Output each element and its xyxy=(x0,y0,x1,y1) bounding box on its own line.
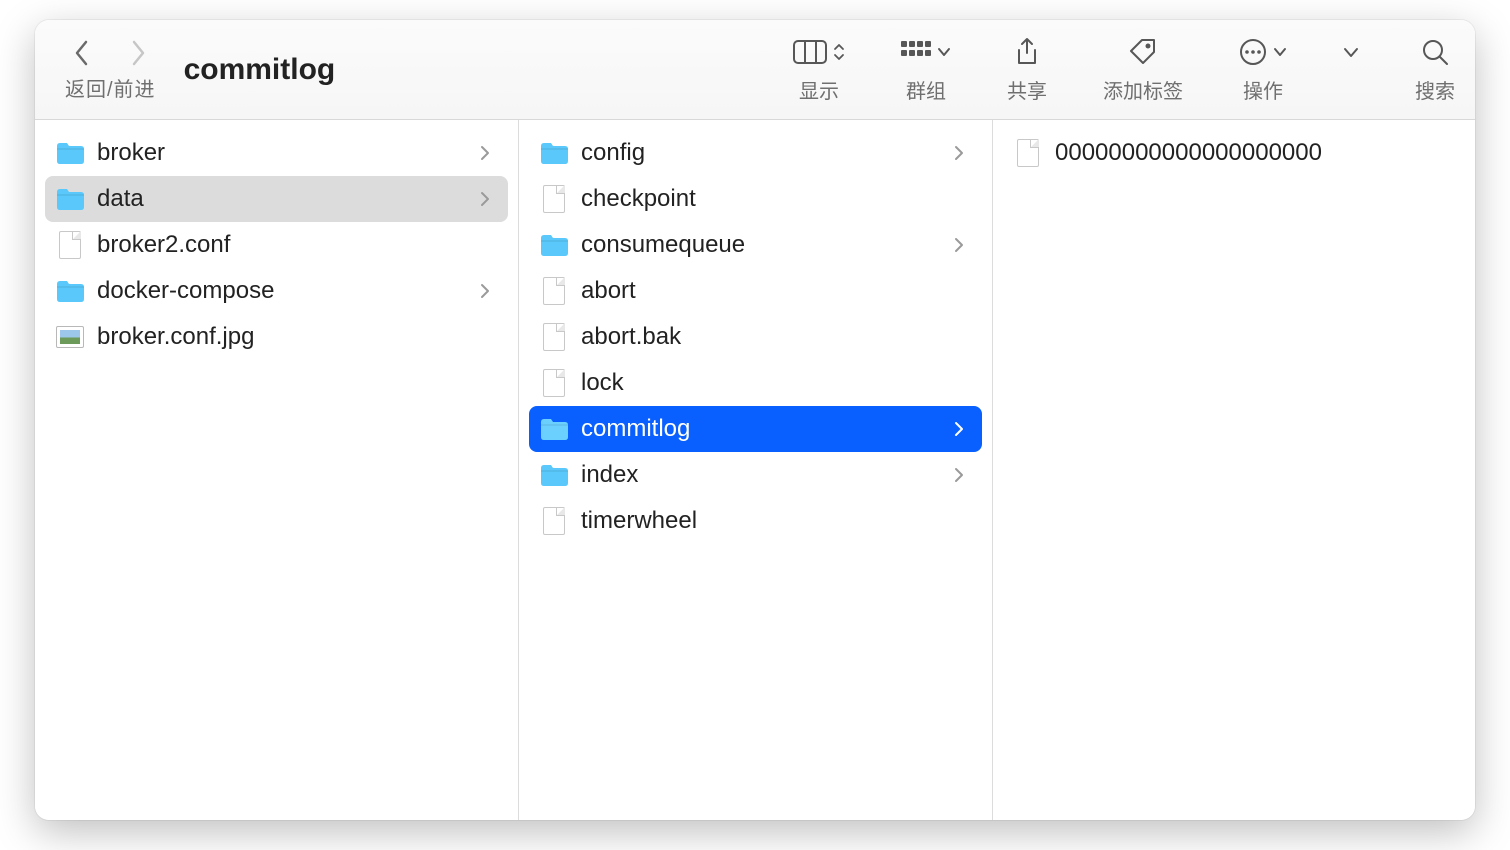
file-row[interactable]: broker2.conf xyxy=(45,222,508,268)
nav-arrows xyxy=(66,37,154,69)
column-3[interactable]: 00000000000000000000 xyxy=(993,120,1475,820)
column-1[interactable]: broker data broker2.conf docker-compose brok… xyxy=(35,120,519,820)
chevron-down-icon xyxy=(1273,47,1287,57)
file-row[interactable]: abort xyxy=(529,268,982,314)
item-name: broker2.conf xyxy=(97,231,468,259)
folder-icon xyxy=(539,230,569,260)
tag-icon xyxy=(1128,37,1158,67)
ellipsis-circle-icon xyxy=(1239,38,1267,66)
file-row[interactable]: config xyxy=(529,130,982,176)
folder-icon xyxy=(539,460,569,490)
tags-button[interactable]: 添加标签 xyxy=(1103,35,1183,104)
columns-icon xyxy=(793,40,827,64)
item-name: commitlog xyxy=(581,415,942,443)
file-icon xyxy=(539,506,569,536)
item-name: timerwheel xyxy=(581,507,942,535)
file-row[interactable]: 00000000000000000000 xyxy=(1003,130,1465,176)
column-view: broker data broker2.conf docker-compose brok… xyxy=(35,120,1475,820)
nav-label: 返回/前进 xyxy=(65,73,156,102)
folder-icon xyxy=(539,414,569,444)
file-icon xyxy=(539,368,569,398)
search-icon xyxy=(1421,38,1449,66)
group-button[interactable]: 群组 xyxy=(901,35,951,104)
item-name: index xyxy=(581,461,942,489)
actions-button[interactable]: 操作 xyxy=(1239,35,1287,104)
grid-icon xyxy=(901,41,931,63)
updown-icon xyxy=(833,42,845,62)
file-row[interactable]: checkpoint xyxy=(529,176,982,222)
share-button[interactable]: 共享 xyxy=(1007,35,1047,104)
file-row[interactable]: broker.conf.jpg xyxy=(45,314,508,360)
disclosure-chevron-icon xyxy=(954,467,972,483)
folder-icon xyxy=(539,138,569,168)
column-2[interactable]: config checkpoint consumequeue abort abort.b… xyxy=(519,120,993,820)
chevron-right-icon xyxy=(130,40,146,66)
chevron-left-icon xyxy=(74,40,90,66)
tags-label: 添加标签 xyxy=(1103,75,1183,104)
disclosure-chevron-icon xyxy=(954,421,972,437)
expand-button[interactable] xyxy=(1343,35,1359,98)
window-title: commitlog xyxy=(184,53,336,87)
file-row[interactable]: docker-compose xyxy=(45,268,508,314)
item-name: lock xyxy=(581,369,942,397)
share-icon xyxy=(1015,37,1039,67)
item-name: checkpoint xyxy=(581,185,942,213)
file-row[interactable]: index xyxy=(529,452,982,498)
file-icon xyxy=(539,184,569,214)
item-name: abort xyxy=(581,277,942,305)
group-label: 群组 xyxy=(906,75,946,104)
file-icon xyxy=(55,230,85,260)
search-button[interactable]: 搜索 xyxy=(1415,35,1455,104)
disclosure-chevron-icon xyxy=(954,145,972,161)
file-row[interactable]: consumequeue xyxy=(529,222,982,268)
item-name: docker-compose xyxy=(97,277,468,305)
file-row[interactable]: commitlog xyxy=(529,406,982,452)
toolbar-items: 显示 群组 共享 xyxy=(793,35,1455,104)
item-name: broker xyxy=(97,139,468,167)
file-row[interactable]: lock xyxy=(529,360,982,406)
disclosure-chevron-icon xyxy=(480,145,498,161)
file-icon xyxy=(539,322,569,352)
toolbar: 返回/前进 commitlog 显示 群组 xyxy=(35,20,1475,120)
expand-label xyxy=(1348,75,1354,98)
folder-icon xyxy=(55,138,85,168)
file-row[interactable]: abort.bak xyxy=(529,314,982,360)
item-name: broker.conf.jpg xyxy=(97,323,468,351)
share-label: 共享 xyxy=(1007,75,1047,104)
image-file-icon xyxy=(55,322,85,352)
disclosure-chevron-icon xyxy=(954,237,972,253)
view-button[interactable]: 显示 xyxy=(793,35,845,104)
chevron-down-icon xyxy=(937,47,951,57)
folder-icon xyxy=(55,184,85,214)
chevron-down-icon xyxy=(1343,46,1359,58)
file-row[interactable]: broker xyxy=(45,130,508,176)
actions-label: 操作 xyxy=(1243,75,1283,104)
disclosure-chevron-icon xyxy=(480,191,498,207)
forward-button[interactable] xyxy=(122,37,154,69)
view-label: 显示 xyxy=(799,75,839,104)
finder-window: 返回/前进 commitlog 显示 群组 xyxy=(35,20,1475,820)
file-icon xyxy=(539,276,569,306)
file-row[interactable]: timerwheel xyxy=(529,498,982,544)
file-icon xyxy=(1013,138,1043,168)
folder-icon xyxy=(55,276,85,306)
search-label: 搜索 xyxy=(1415,75,1455,104)
item-name: data xyxy=(97,185,468,213)
back-button[interactable] xyxy=(66,37,98,69)
nav-group: 返回/前进 xyxy=(65,37,156,102)
item-name: consumequeue xyxy=(581,231,942,259)
item-name: config xyxy=(581,139,942,167)
item-name: abort.bak xyxy=(581,323,942,351)
item-name: 00000000000000000000 xyxy=(1055,139,1425,167)
disclosure-chevron-icon xyxy=(480,283,498,299)
file-row[interactable]: data xyxy=(45,176,508,222)
